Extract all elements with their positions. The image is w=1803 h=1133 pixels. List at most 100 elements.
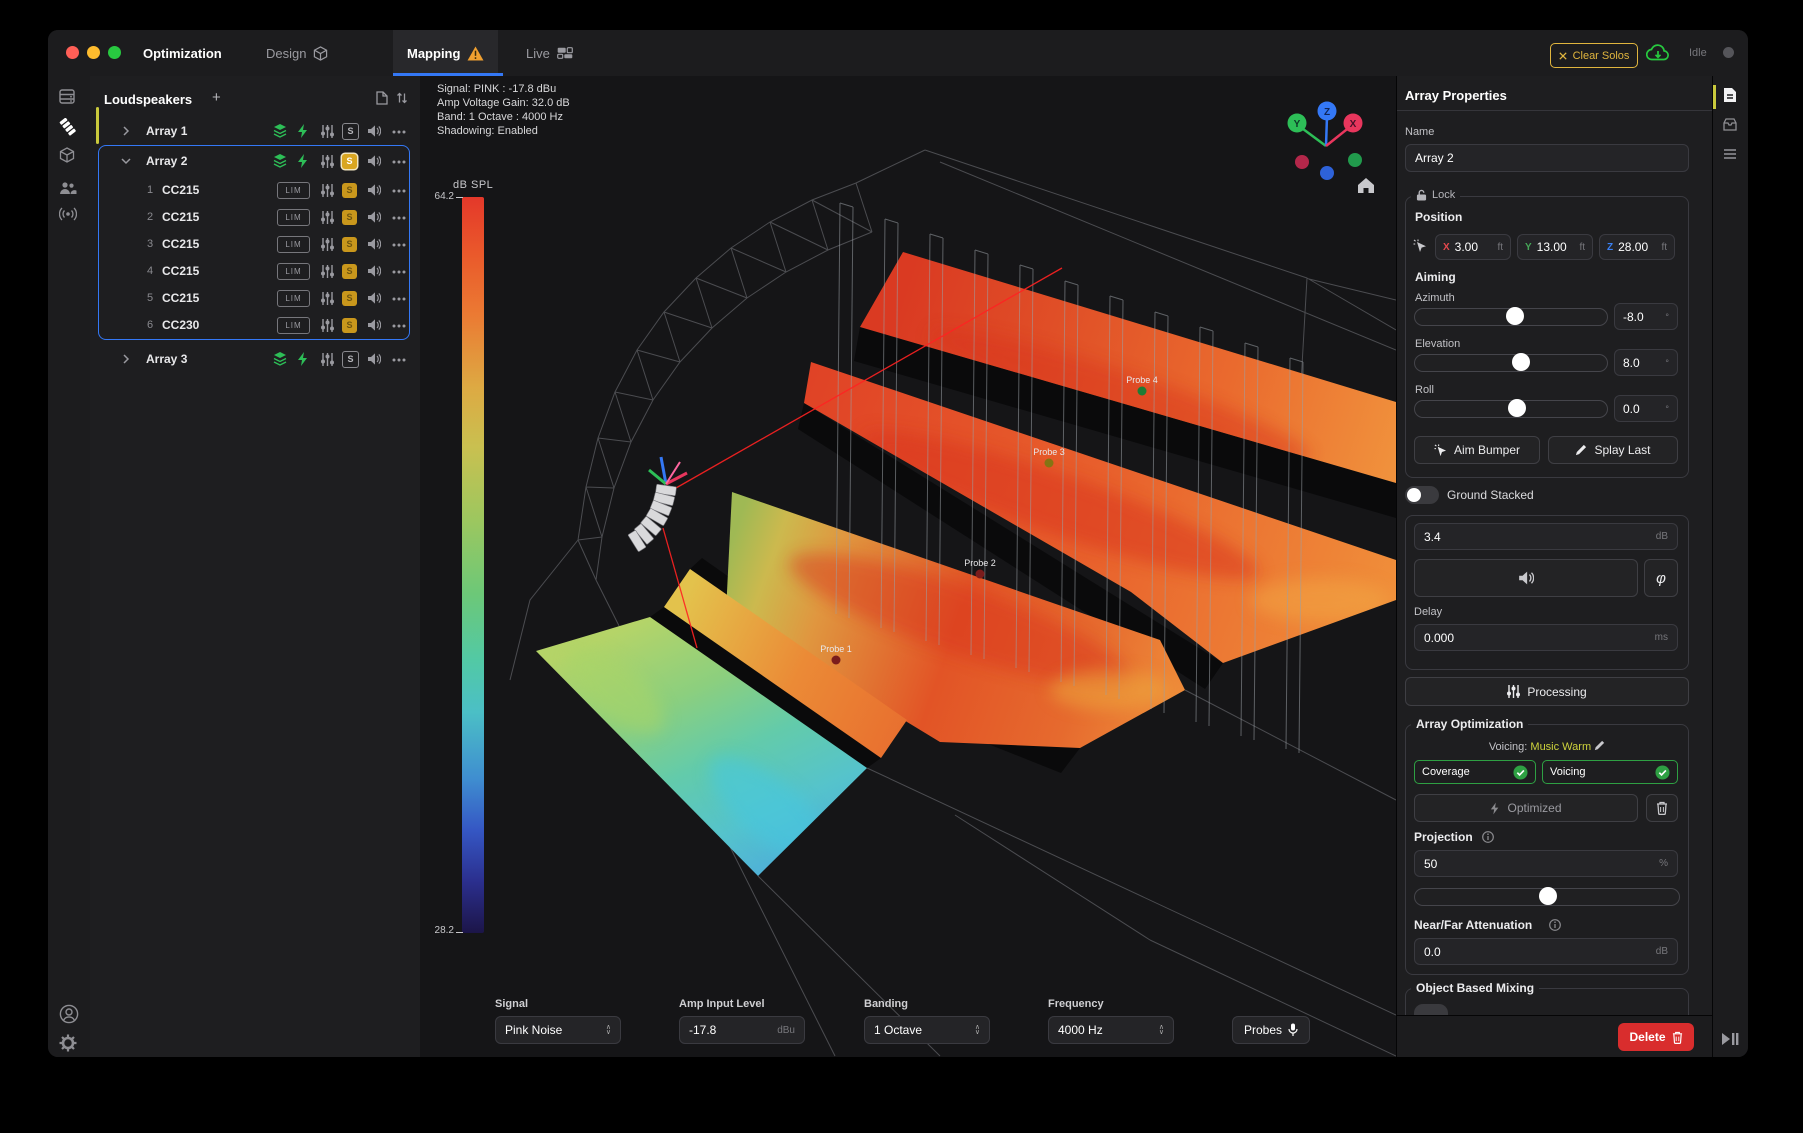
voicing-chip[interactable]: Voicing [1542, 760, 1678, 784]
probes-button[interactable]: Probes [1232, 1016, 1310, 1044]
tree-row-speaker[interactable]: 4 CC215 LIM S [100, 258, 412, 284]
position-pick-icon[interactable] [1413, 239, 1427, 253]
tab-optimization[interactable]: Optimization [143, 30, 222, 76]
phase-button[interactable]: φ [1644, 559, 1678, 597]
archive-drawer-icon[interactable] [1722, 118, 1738, 132]
spl-mapping-scene[interactable]: Probe 1 Probe 2 Probe 3 Probe 4 Y Z [420, 76, 1396, 1057]
eq-processing-icon[interactable] [321, 353, 334, 366]
solo-button[interactable]: S [342, 351, 359, 368]
frequency-select[interactable]: 4000 Hz ∧∨ [1048, 1016, 1174, 1044]
add-array-button[interactable]: + [212, 89, 221, 106]
probe-2-marker[interactable] [976, 570, 985, 579]
position-y-field[interactable]: Y 13.00 ft [1517, 234, 1593, 260]
tab-live[interactable]: Live [526, 30, 573, 76]
speaker-array-model[interactable] [628, 457, 687, 552]
tree-row-array2[interactable]: Array 2 S [100, 148, 412, 174]
row-menu-icon[interactable] [392, 324, 406, 328]
tab-mapping[interactable]: Mapping [393, 30, 498, 76]
processing-button[interactable]: Processing [1405, 677, 1689, 706]
speaker-mute-icon[interactable] [367, 211, 381, 223]
viewport-3d[interactable]: Probe 1 Probe 2 Probe 3 Probe 4 Y Z [420, 76, 1396, 1057]
speaker-mute-icon[interactable] [367, 292, 381, 304]
aim-bumper-button[interactable]: Aim Bumper [1414, 436, 1540, 464]
projection-field[interactable]: 50 % [1414, 850, 1678, 877]
speaker-mute-icon[interactable] [367, 125, 381, 137]
solo-button-active[interactable]: S [342, 210, 357, 225]
tree-row-array3[interactable]: Array 3 S [100, 346, 412, 372]
eq-processing-icon[interactable] [321, 319, 334, 332]
gain-field[interactable]: 3.4 dB [1414, 523, 1678, 550]
zoom-window-button[interactable] [108, 46, 121, 59]
chevron-down-icon[interactable] [121, 157, 131, 165]
elevation-value-field[interactable]: 8.0 ° [1614, 349, 1678, 376]
azimuth-value-field[interactable]: -8.0 ° [1614, 303, 1678, 330]
delete-array-button[interactable]: Delete [1618, 1023, 1694, 1051]
gizmo-neg-y[interactable] [1348, 153, 1362, 167]
solo-button-active[interactable]: S [342, 291, 357, 306]
eq-processing-icon[interactable] [321, 292, 334, 305]
mute-button[interactable] [1414, 559, 1638, 597]
account-icon[interactable] [59, 1004, 79, 1024]
settings-gear-icon[interactable] [59, 1034, 77, 1052]
row-menu-icon[interactable] [392, 130, 406, 134]
eq-processing-icon[interactable] [321, 238, 334, 251]
edit-pen-icon[interactable] [1594, 740, 1605, 751]
elevation-slider[interactable] [1414, 354, 1608, 372]
speaker-mute-icon[interactable] [367, 238, 381, 250]
nearfar-field[interactable]: 0.0 dB [1414, 938, 1678, 965]
sort-icon[interactable] [396, 92, 408, 104]
close-window-button[interactable] [66, 46, 79, 59]
tab-design[interactable]: Design [266, 30, 328, 76]
power-bolt-icon[interactable] [297, 124, 309, 138]
minimize-window-button[interactable] [87, 46, 100, 59]
row-menu-icon[interactable] [392, 243, 406, 247]
solo-button-active[interactable]: S [342, 318, 357, 333]
chevron-right-icon[interactable] [122, 126, 130, 136]
eq-processing-icon[interactable] [321, 211, 334, 224]
position-x-field[interactable]: X 3.00 ft [1435, 234, 1511, 260]
tree-row-array1[interactable]: Array 1 S [100, 118, 412, 144]
gizmo-neg-x[interactable] [1295, 155, 1309, 169]
layers-icon[interactable] [273, 352, 287, 366]
projection-slider-knob[interactable] [1539, 887, 1557, 905]
home-view-icon[interactable] [1358, 178, 1374, 193]
import-file-icon[interactable] [376, 91, 388, 105]
eq-processing-icon[interactable] [321, 184, 334, 197]
roll-slider[interactable] [1414, 400, 1608, 418]
speaker-mute-icon[interactable] [367, 265, 381, 277]
banding-select[interactable]: 1 Octave ∧∨ [864, 1016, 990, 1044]
signal-select[interactable]: Pink Noise ∧∨ [495, 1016, 621, 1044]
chevron-right-icon[interactable] [122, 354, 130, 364]
ground-stacked-toggle[interactable] [1405, 486, 1439, 504]
delay-field[interactable]: 0.000 ms [1414, 624, 1678, 651]
optimized-button[interactable]: Optimized [1414, 794, 1638, 822]
solo-button-active[interactable]: S [342, 264, 357, 279]
array-name-input[interactable]: Array 2 [1405, 144, 1689, 172]
solo-button-active[interactable]: S [342, 237, 357, 252]
layers-icon[interactable] [273, 124, 287, 138]
obm-toggle-clipped[interactable] [1414, 1004, 1448, 1015]
coverage-chip[interactable]: Coverage [1414, 760, 1536, 784]
power-bolt-icon[interactable] [297, 352, 309, 366]
venue-cube-icon[interactable] [59, 147, 75, 163]
properties-doc-icon[interactable] [1723, 87, 1737, 103]
tree-row-speaker[interactable]: 6 CC230 LIM S [100, 312, 412, 338]
layers-icon[interactable] [273, 154, 287, 168]
roll-value-field[interactable]: 0.0 ° [1614, 395, 1678, 422]
row-menu-icon[interactable] [392, 160, 406, 164]
speaker-mute-icon[interactable] [367, 155, 381, 167]
audience-groups-icon[interactable] [59, 181, 77, 195]
tree-row-speaker[interactable]: 1 CC215 LIM S [100, 177, 412, 203]
loudspeaker-array-icon[interactable] [59, 118, 77, 136]
tree-row-speaker[interactable]: 3 CC215 LIM S [100, 231, 412, 257]
eq-processing-icon[interactable] [321, 265, 334, 278]
orientation-gizmo[interactable]: Y Z X [1288, 102, 1375, 194]
solo-button[interactable]: S [342, 123, 359, 140]
row-menu-icon[interactable] [392, 189, 406, 193]
row-menu-icon[interactable] [392, 216, 406, 220]
probe-3-marker[interactable] [1045, 459, 1054, 468]
row-menu-icon[interactable] [392, 270, 406, 274]
list-icon[interactable] [1723, 148, 1737, 160]
tree-row-speaker[interactable]: 2 CC215 LIM S [100, 204, 412, 230]
probe-4-marker[interactable] [1138, 387, 1147, 396]
